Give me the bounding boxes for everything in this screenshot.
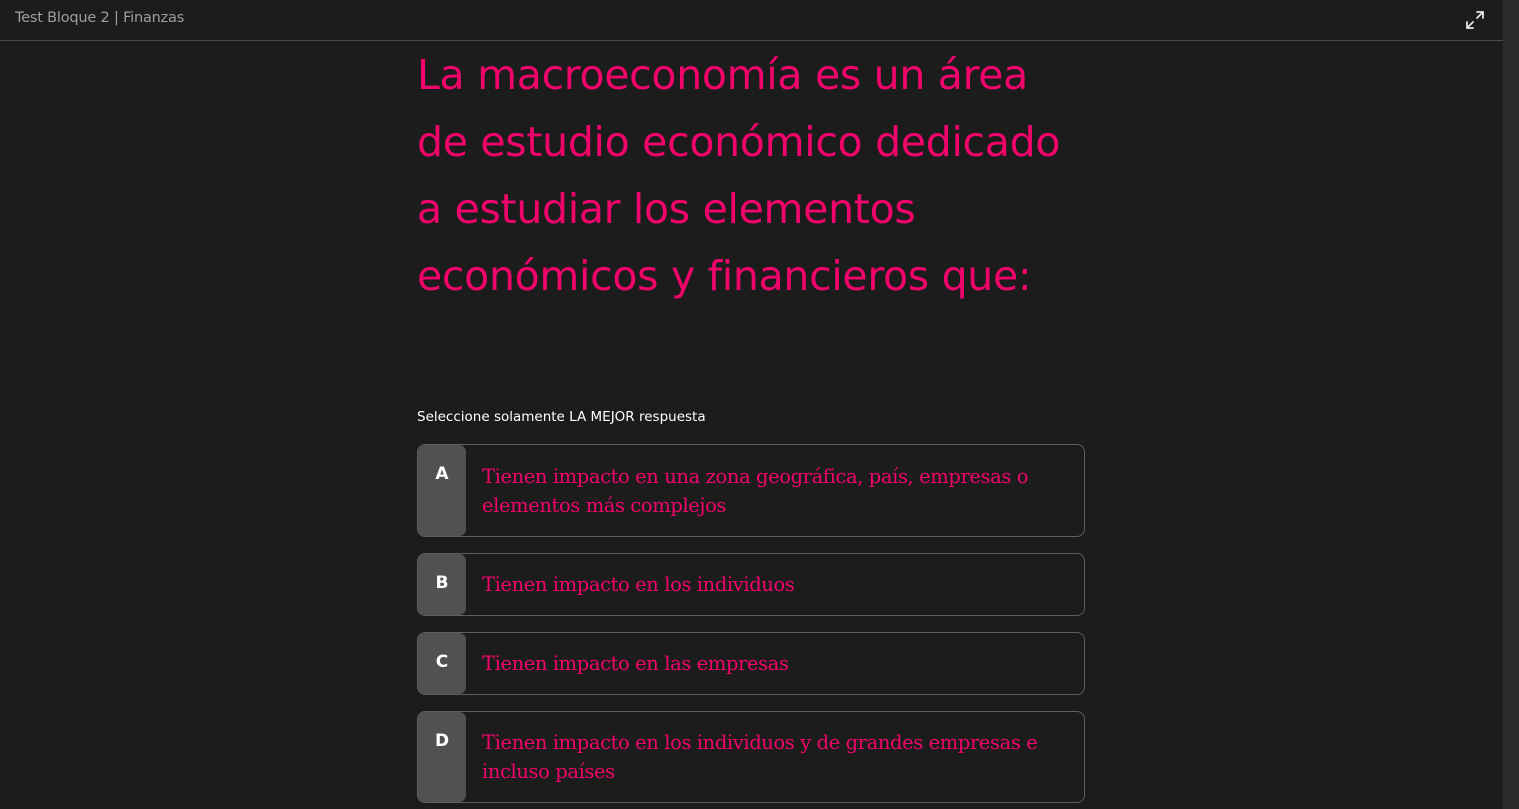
scrollbar[interactable] <box>1503 0 1519 809</box>
option-letter: B <box>418 554 466 615</box>
window-title: Test Bloque 2 | Finanzas <box>15 10 185 26</box>
expand-button[interactable] <box>1463 8 1487 32</box>
option-letter: C <box>418 633 466 694</box>
quiz-content: La macroeconomía es un área de estudio e… <box>417 42 1085 803</box>
question-text: La macroeconomía es un área de estudio e… <box>417 51 1061 300</box>
option-text: Tienen impacto en las empresas <box>482 652 789 675</box>
option-c[interactable]: C Tienen impacto en las empresas <box>417 632 1085 695</box>
option-text: Tienen impacto en los individuos <box>482 573 795 596</box>
option-text: Tienen impacto en una zona geográfica, p… <box>482 465 1029 517</box>
option-text: Tienen impacto en los individuos y de gr… <box>482 731 1038 783</box>
option-a[interactable]: A Tienen impacto en una zona geográfica,… <box>417 444 1085 537</box>
top-bar: Test Bloque 2 | Finanzas <box>0 0 1503 41</box>
option-b[interactable]: B Tienen impacto en los individuos <box>417 553 1085 616</box>
option-d[interactable]: D Tienen impacto en los individuos y de … <box>417 711 1085 803</box>
instruction-text: Seleccione solamente LA MEJOR respuesta <box>417 409 706 425</box>
option-letter: A <box>418 445 466 536</box>
expand-arrows-icon <box>1466 11 1484 29</box>
option-letter: D <box>418 712 466 802</box>
